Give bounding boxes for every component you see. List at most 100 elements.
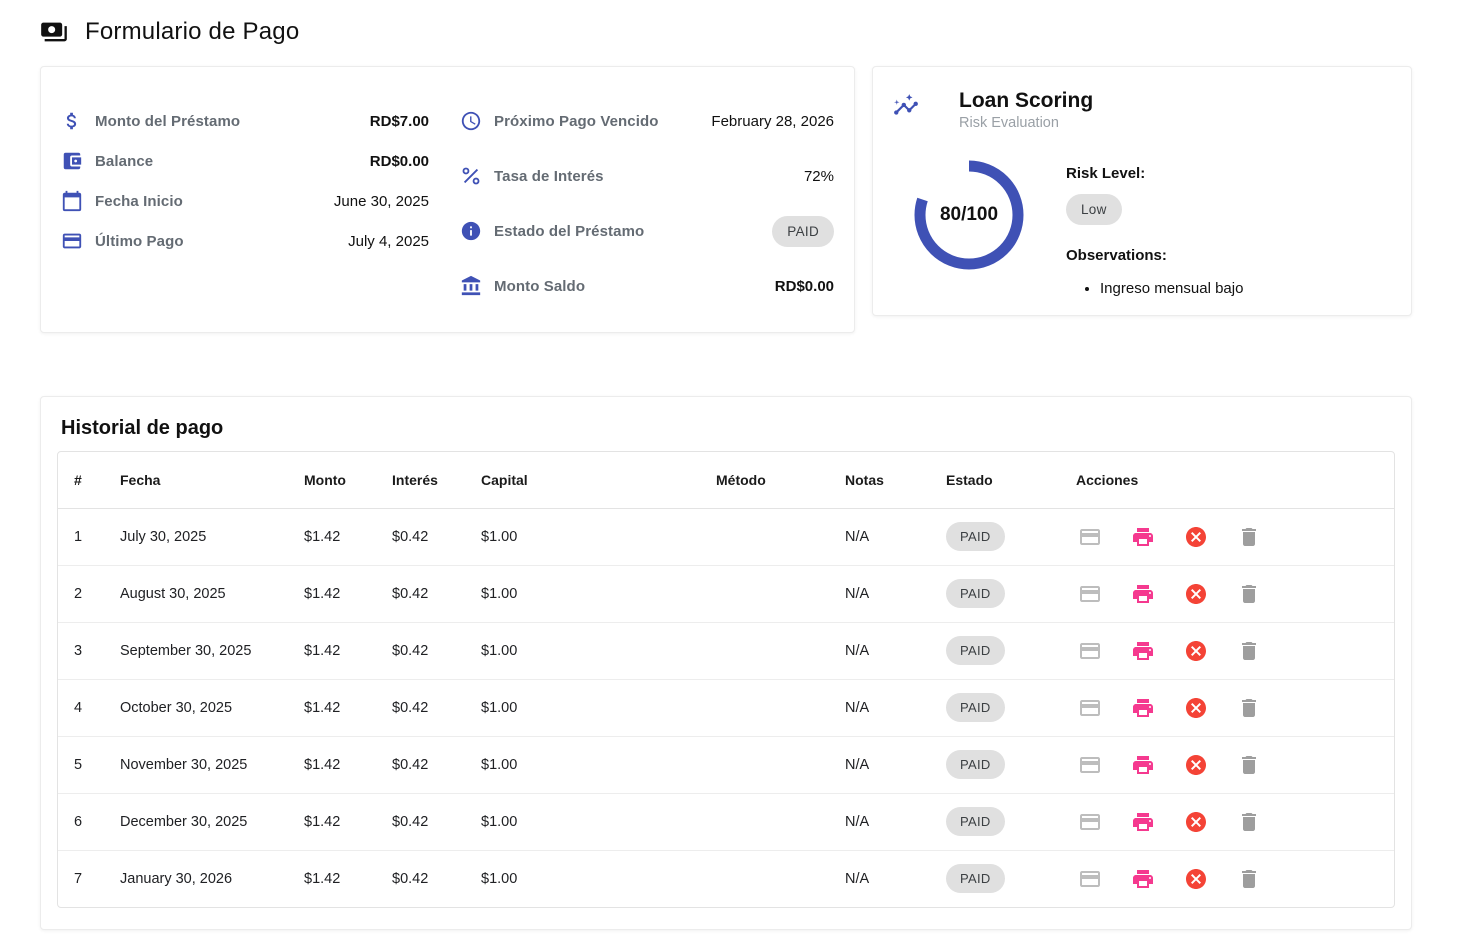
col-monto: Monto bbox=[288, 452, 376, 508]
observations-list: Ingreso mensual bajo bbox=[1100, 280, 1243, 297]
table-row: 3 September 30, 2025 $1.42 $0.42 $1.00 N… bbox=[58, 622, 1394, 679]
row-amount: $1.42 bbox=[288, 850, 376, 907]
credit-card-icon bbox=[1078, 753, 1102, 777]
next-payment-label: Próximo Pago Vencido bbox=[494, 113, 659, 130]
row-notes: N/A bbox=[829, 850, 930, 907]
row-amount: $1.42 bbox=[288, 622, 376, 679]
cancel-button[interactable] bbox=[1184, 696, 1208, 720]
row-actions bbox=[1060, 565, 1394, 622]
row-number: 1 bbox=[58, 508, 104, 565]
cancel-button[interactable] bbox=[1184, 582, 1208, 606]
row-method bbox=[700, 736, 829, 793]
delete-icon bbox=[1237, 696, 1261, 720]
col-notas: Notas bbox=[829, 452, 930, 508]
loan-scoring-subtitle: Risk Evaluation bbox=[959, 115, 1093, 131]
table-row: 5 November 30, 2025 $1.42 $0.42 $1.00 N/… bbox=[58, 736, 1394, 793]
payment-card-button[interactable] bbox=[1078, 525, 1102, 549]
info-icon bbox=[460, 220, 482, 242]
payment-card-button[interactable] bbox=[1078, 753, 1102, 777]
row-number: 4 bbox=[58, 679, 104, 736]
credit-card-icon bbox=[61, 230, 83, 252]
row-actions bbox=[1060, 736, 1394, 793]
row-amount: $1.42 bbox=[288, 679, 376, 736]
row-interest: $0.42 bbox=[376, 850, 465, 907]
print-button[interactable] bbox=[1131, 582, 1155, 606]
status-badge: PAID bbox=[946, 750, 1005, 779]
payments-icon bbox=[40, 18, 68, 46]
delete-button[interactable] bbox=[1237, 525, 1261, 549]
row-interest: $0.42 bbox=[376, 793, 465, 850]
table-header-row: # Fecha Monto Interés Capital Método Not… bbox=[58, 452, 1394, 508]
print-button[interactable] bbox=[1131, 867, 1155, 891]
payment-card-button[interactable] bbox=[1078, 582, 1102, 606]
cancel-button[interactable] bbox=[1184, 753, 1208, 777]
row-interest: $0.42 bbox=[376, 622, 465, 679]
row-number: 3 bbox=[58, 622, 104, 679]
cancel-button[interactable] bbox=[1184, 867, 1208, 891]
cancel-icon bbox=[1184, 810, 1208, 834]
next-payment-row: Próximo Pago Vencido February 28, 2026 bbox=[460, 109, 834, 133]
row-notes: N/A bbox=[829, 565, 930, 622]
delete-button[interactable] bbox=[1237, 753, 1261, 777]
print-icon bbox=[1131, 753, 1155, 777]
delete-button[interactable] bbox=[1237, 867, 1261, 891]
loan-amount-value: RD$7.00 bbox=[370, 113, 429, 130]
calendar-icon bbox=[61, 190, 83, 212]
observation-item: Ingreso mensual bajo bbox=[1100, 280, 1243, 297]
clock-icon bbox=[460, 110, 482, 132]
status-badge: PAID bbox=[946, 693, 1005, 722]
loan-amount-label: Monto del Préstamo bbox=[95, 113, 240, 130]
credit-card-icon bbox=[1078, 582, 1102, 606]
table-row: 4 October 30, 2025 $1.42 $0.42 $1.00 N/A… bbox=[58, 679, 1394, 736]
row-actions bbox=[1060, 850, 1394, 907]
row-interest: $0.42 bbox=[376, 679, 465, 736]
print-button[interactable] bbox=[1131, 525, 1155, 549]
col-capital: Capital bbox=[465, 452, 700, 508]
payment-card-button[interactable] bbox=[1078, 639, 1102, 663]
row-notes: N/A bbox=[829, 736, 930, 793]
print-button[interactable] bbox=[1131, 810, 1155, 834]
loan-amount-row: Monto del Préstamo RD$7.00 bbox=[61, 109, 429, 133]
row-amount: $1.42 bbox=[288, 793, 376, 850]
delete-icon bbox=[1237, 867, 1261, 891]
col-num: # bbox=[58, 452, 104, 508]
cancel-button[interactable] bbox=[1184, 639, 1208, 663]
payment-card-button[interactable] bbox=[1078, 810, 1102, 834]
row-number: 7 bbox=[58, 850, 104, 907]
balance-value: RD$0.00 bbox=[370, 153, 429, 170]
row-interest: $0.42 bbox=[376, 565, 465, 622]
delete-icon bbox=[1237, 810, 1261, 834]
cancel-button[interactable] bbox=[1184, 525, 1208, 549]
balance-label: Balance bbox=[95, 153, 153, 170]
col-estado: Estado bbox=[930, 452, 1060, 508]
delete-button[interactable] bbox=[1237, 639, 1261, 663]
row-actions bbox=[1060, 622, 1394, 679]
table-row: 1 July 30, 2025 $1.42 $0.42 $1.00 N/A PA… bbox=[58, 508, 1394, 565]
row-status: PAID bbox=[930, 736, 1060, 793]
delete-button[interactable] bbox=[1237, 810, 1261, 834]
row-notes: N/A bbox=[829, 622, 930, 679]
cancel-button[interactable] bbox=[1184, 810, 1208, 834]
payment-card-button[interactable] bbox=[1078, 867, 1102, 891]
delete-icon bbox=[1237, 582, 1261, 606]
delete-button[interactable] bbox=[1237, 696, 1261, 720]
score-gauge: 80/100 bbox=[909, 155, 1029, 275]
balance-amount-value: RD$0.00 bbox=[775, 278, 834, 295]
row-number: 5 bbox=[58, 736, 104, 793]
print-button[interactable] bbox=[1131, 753, 1155, 777]
row-date: September 30, 2025 bbox=[104, 622, 288, 679]
page-title: Formulario de Pago bbox=[85, 18, 299, 46]
print-button[interactable] bbox=[1131, 696, 1155, 720]
col-acciones: Acciones bbox=[1060, 452, 1394, 508]
next-payment-value: February 28, 2026 bbox=[711, 113, 834, 130]
delete-icon bbox=[1237, 639, 1261, 663]
balance-row: Balance RD$0.00 bbox=[61, 149, 429, 173]
print-button[interactable] bbox=[1131, 639, 1155, 663]
row-actions bbox=[1060, 508, 1394, 565]
cancel-icon bbox=[1184, 753, 1208, 777]
delete-button[interactable] bbox=[1237, 582, 1261, 606]
row-capital: $1.00 bbox=[465, 508, 700, 565]
status-badge: PAID bbox=[946, 579, 1005, 608]
payment-card-button[interactable] bbox=[1078, 696, 1102, 720]
status-badge: PAID bbox=[946, 807, 1005, 836]
